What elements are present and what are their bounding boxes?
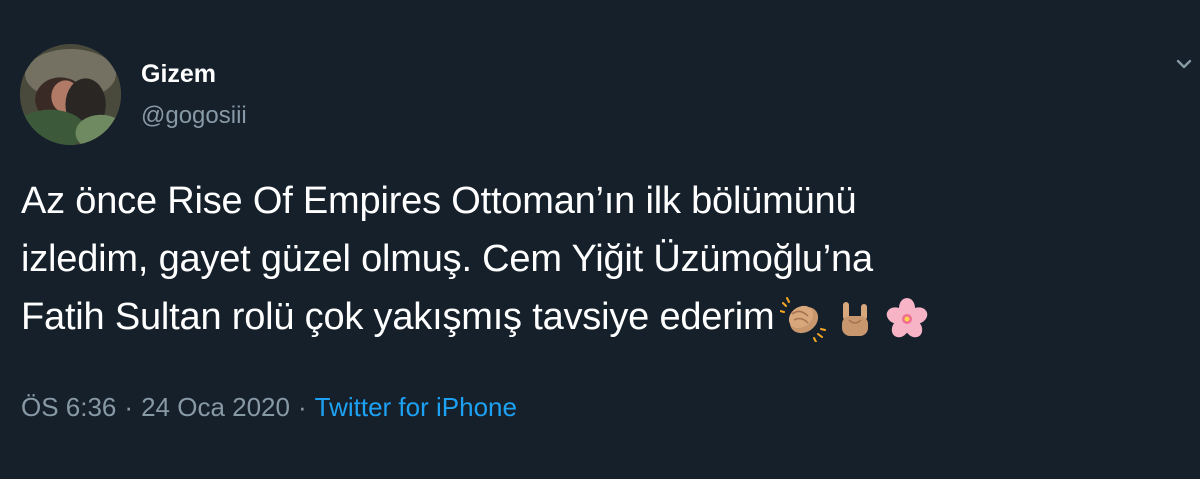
tweet-source-link[interactable]: Twitter for iPhone: [315, 392, 517, 422]
avatar[interactable]: [20, 44, 121, 145]
tweet-time[interactable]: ÖS 6:36: [21, 392, 116, 422]
chevron-down-icon[interactable]: [1168, 48, 1200, 80]
separator-dot: ·: [124, 392, 134, 422]
display-name[interactable]: Gizem: [141, 60, 216, 89]
clapping-hands-emoji: [780, 296, 827, 342]
tweet-date[interactable]: 24 Oca 2020: [141, 392, 290, 422]
sign-of-horns-emoji: [832, 296, 878, 342]
tweet-card: Gizem @gogosiii Az önce Rise Of Empires …: [0, 0, 1200, 479]
avatar-image: [20, 44, 121, 145]
tweet-text-line-content: Fatih Sultan rolü çok yakışmış tavsiye e…: [21, 296, 775, 338]
tweet-text-line: Az önce Rise Of Empires Ottoman’ın ilk b…: [21, 180, 857, 222]
tweet-metadata: ÖS 6:36 · 24 Oca 2020 · Twitter for iPhone: [21, 392, 517, 423]
tweet-text-line-last: Fatih Sultan rolü çok yakışmış tavsiye e…: [21, 288, 1191, 346]
tweet-text: Az önce Rise Of Empires Ottoman’ın ilk b…: [21, 172, 1191, 346]
tweet-text-line: izledim, gayet güzel olmuş. Cem Yiğit Üz…: [21, 238, 873, 280]
cherry-blossom-emoji: [884, 296, 930, 342]
user-handle[interactable]: @gogosiii: [141, 102, 247, 130]
separator-dot: ·: [297, 392, 307, 422]
